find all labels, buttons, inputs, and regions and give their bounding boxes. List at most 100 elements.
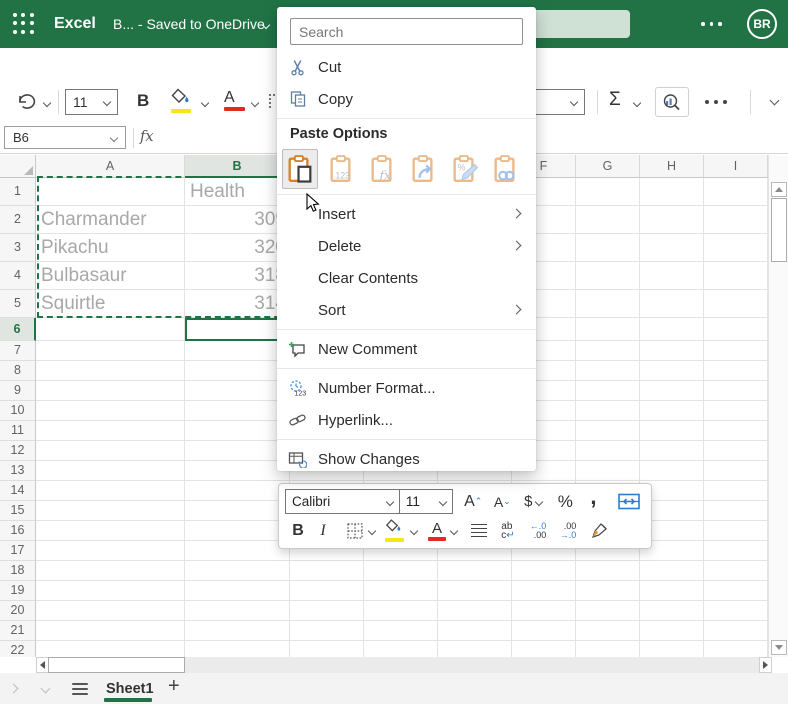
titlebar-more-button[interactable] [701,22,722,26]
merge-cells-button[interactable] [612,493,645,510]
column-header-B[interactable]: B [185,155,290,178]
menu-item-clear-contents[interactable]: Clear Contents [277,262,536,294]
ribbon-more-button[interactable] [705,100,727,104]
alignment-button[interactable] [465,523,493,538]
accounting-format-button[interactable]: $ [517,493,550,510]
row-header-13[interactable]: 13 [0,461,36,481]
undo-chevron-icon[interactable] [42,98,52,108]
row-header-21[interactable]: 21 [0,621,36,641]
collapse-ribbon-chevron-icon[interactable] [769,95,780,106]
paste-link-button[interactable] [489,150,523,188]
row-header-15[interactable]: 15 [0,501,36,521]
font-size-combobox[interactable]: 11 [65,89,118,115]
analyze-data-button[interactable] [655,87,689,117]
sheet-tab-sheet1[interactable]: Sheet1 [106,681,154,697]
cell-B3[interactable]: 320 [185,234,290,262]
cell-B5[interactable]: 314 [185,290,290,318]
menu-item-new-comment[interactable]: New Comment [277,333,536,365]
row-header-1[interactable]: 1 [0,178,36,206]
paste-button[interactable] [282,149,318,189]
horizontal-scrollbar[interactable] [36,657,772,673]
mini-fill-color-button[interactable] [381,519,409,542]
row-header-19[interactable]: 19 [0,581,36,601]
row-header-10[interactable]: 10 [0,401,36,421]
increase-decimal-button[interactable]: ←.0.00 [523,521,553,540]
decrease-font-size-button[interactable]: A ⌄ [488,494,517,510]
increase-font-size-button[interactable]: A ⌃ [459,493,488,511]
horizontal-scroll-thumb[interactable] [48,657,185,673]
bold-button[interactable]: B [137,91,149,111]
fill-color-button[interactable] [171,88,193,113]
column-header-H[interactable]: H [640,155,704,178]
document-title[interactable]: B... - Saved to OneDrive [113,0,265,48]
comma-format-button[interactable]: , [581,484,606,520]
column-header-G[interactable]: G [576,155,640,178]
fx-button[interactable]: fx [140,129,154,145]
row-header-9[interactable]: 9 [0,381,36,401]
mini-font-color-button[interactable]: A [425,520,449,541]
row-header-20[interactable]: 20 [0,601,36,621]
font-color-button[interactable]: A [224,89,245,111]
add-sheet-button[interactable]: + [168,675,180,698]
cell-A2[interactable]: Charmander [36,206,185,234]
vertical-scroll-thumb[interactable] [771,198,787,262]
name-box[interactable]: B6 [4,126,126,149]
paste-values-button[interactable]: 123 [325,150,359,188]
menu-item-insert[interactable]: Insert [277,198,536,230]
row-header-7[interactable]: 7 [0,341,36,361]
scroll-down-button[interactable] [771,640,787,655]
avatar[interactable]: BR [747,9,777,39]
font-name-combobox[interactable]: Calibri [285,489,400,514]
undo-button[interactable] [14,91,40,113]
row-header-4[interactable]: 4 [0,262,36,290]
cell-A5[interactable]: Squirtle [36,290,185,318]
paste-transpose-button[interactable] [407,150,441,188]
cell-A3[interactable]: Pikachu [36,234,185,262]
menu-item-copy[interactable]: Copy [277,83,536,115]
vertical-scrollbar[interactable] [768,155,788,657]
context-menu-search-input[interactable] [290,18,523,45]
row-header-14[interactable]: 14 [0,481,36,501]
percent-format-button[interactable]: % [550,492,581,512]
mini-italic-button[interactable]: I [311,522,335,540]
autosum-button[interactable]: Σ [609,89,621,111]
row-header-2[interactable]: 2 [0,206,36,234]
mini-bold-button[interactable]: B [285,522,311,540]
row-header-5[interactable]: 5 [0,290,36,318]
sheet-list-menu-icon[interactable] [72,683,88,695]
autosum-chevron-icon[interactable] [632,98,642,108]
fill-color-chevron-icon[interactable] [200,98,210,108]
prev-sheet-chevron-icon[interactable] [8,683,19,694]
row-header-12[interactable]: 12 [0,441,36,461]
row-header-16[interactable]: 16 [0,521,36,541]
mini-font-color-chevron-icon[interactable] [449,526,459,535]
font-color-chevron-icon[interactable] [250,98,260,108]
menu-item-show-changes[interactable]: Show Changes [277,443,536,475]
paste-formulas-button[interactable]: fx [366,150,400,188]
select-all-corner[interactable] [0,155,36,178]
mini-fill-chevron-icon[interactable] [409,526,419,535]
paste-formatting-button[interactable]: % [448,150,482,188]
scroll-right-button[interactable] [759,657,772,673]
row-header-11[interactable]: 11 [0,421,36,441]
menu-item-delete[interactable]: Delete [277,230,536,262]
row-header-22[interactable]: 22 [0,641,36,657]
borders-chevron-icon[interactable] [367,526,377,535]
cell-A4[interactable]: Bulbasaur [36,262,185,290]
scroll-up-button[interactable] [771,182,787,197]
menu-item-number-format[interactable]: 123 Number Format... [277,372,536,404]
column-header-I[interactable]: I [704,155,768,178]
wrap-text-button[interactable]: ab c↵ [493,521,523,540]
format-painter-button[interactable] [583,522,615,540]
row-header-18[interactable]: 18 [0,561,36,581]
menu-item-sort[interactable]: Sort [277,294,536,326]
borders-button[interactable] [341,522,369,540]
menu-item-hyperlink[interactable]: Hyperlink... [277,404,536,436]
row-header-17[interactable]: 17 [0,541,36,561]
row-header-6[interactable]: 6 [0,318,36,341]
cell-B1[interactable]: Health [185,178,290,206]
cell-B2[interactable]: 309 [185,206,290,234]
column-header-A[interactable]: A [36,155,185,178]
row-header-3[interactable]: 3 [0,234,36,262]
app-launcher-icon[interactable] [13,13,35,35]
